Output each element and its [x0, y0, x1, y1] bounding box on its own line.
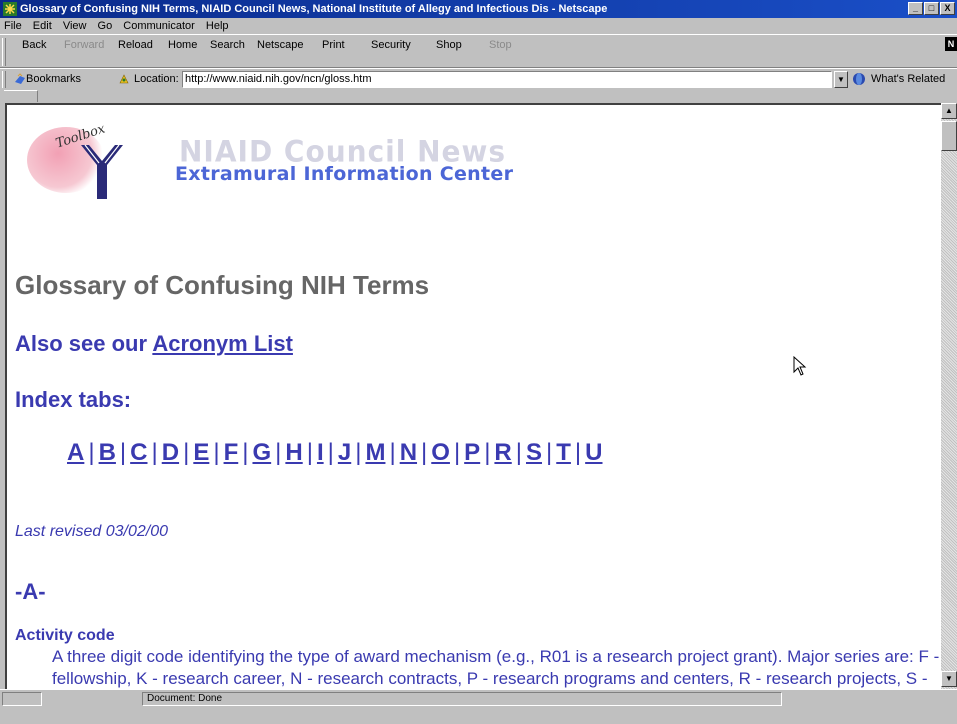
- index-separator: |: [389, 439, 396, 466]
- page-title: Glossary of Confusing NIH Terms: [15, 270, 430, 300]
- index-link-b[interactable]: B: [99, 439, 116, 466]
- index-separator: |: [421, 439, 428, 466]
- index-separator: |: [151, 439, 158, 466]
- index-link-g[interactable]: G: [252, 439, 271, 466]
- index-separator: |: [574, 439, 582, 466]
- menu-help[interactable]: Help: [202, 18, 233, 34]
- menu-bar: File Edit View Go Communicator Help: [0, 18, 957, 34]
- extramural-info-center-text: Extramural Information Center: [175, 163, 514, 185]
- collapsed-toolbar-tab[interactable]: [4, 90, 38, 102]
- index-separator: |: [242, 439, 249, 466]
- index-separator: |: [327, 439, 334, 466]
- index-link-j[interactable]: J: [338, 439, 351, 466]
- url-history-dropdown[interactable]: ▼: [834, 71, 848, 88]
- window-title: Glossary of Confusing NIH Terms, NIAID C…: [20, 3, 608, 15]
- index-separator: |: [119, 439, 127, 466]
- index-separator: |: [275, 439, 282, 466]
- menu-communicator[interactable]: Communicator: [119, 18, 199, 34]
- security-lock-icon[interactable]: [2, 692, 42, 706]
- antibody-y-icon: [81, 144, 123, 199]
- menu-file[interactable]: File: [0, 18, 26, 34]
- search-button[interactable]: Search: [210, 39, 245, 51]
- status-bar: Document: Done: [0, 689, 957, 724]
- stop-button[interactable]: Stop: [489, 39, 512, 51]
- menu-view[interactable]: View: [59, 18, 91, 34]
- section-heading-a: -A-: [15, 579, 46, 604]
- last-revised-date: Last revised 03/02/00: [15, 523, 168, 540]
- location-page-icon: [119, 74, 129, 84]
- index-separator: |: [453, 439, 461, 466]
- index-link-h[interactable]: H: [285, 439, 302, 466]
- close-button[interactable]: X: [940, 2, 955, 15]
- bookmarks-button[interactable]: Bookmarks: [26, 73, 81, 85]
- maximize-button[interactable]: □: [924, 2, 939, 15]
- index-separator: |: [88, 439, 95, 466]
- component-bar[interactable]: [788, 692, 953, 706]
- scroll-down-button[interactable]: ▼: [941, 671, 957, 687]
- location-toolbar: Bookmarks Location: http://www.niaid.nih…: [0, 68, 957, 90]
- navigation-toolbar: Back Forward Reload Home Search Netscape…: [0, 34, 957, 68]
- location-toolbar-grip[interactable]: [2, 71, 6, 88]
- scroll-thumb[interactable]: [941, 121, 957, 151]
- index-separator: |: [546, 439, 553, 466]
- index-link-c[interactable]: C: [130, 439, 147, 466]
- location-url-field[interactable]: http://www.niaid.nih.gov/ncn/gloss.htm: [182, 71, 832, 88]
- netscape-app-icon: [3, 2, 17, 16]
- index-letter-links: A | B | C | D | E | F | G | H | I | J | M | N | O | P | R | S | T | U: [67, 439, 603, 467]
- index-link-o[interactable]: O: [431, 439, 450, 466]
- security-button[interactable]: Security: [371, 39, 411, 51]
- index-link-m[interactable]: M: [365, 439, 385, 466]
- index-separator: |: [306, 439, 313, 466]
- also-see-prefix: Also see our: [15, 331, 153, 356]
- forward-button[interactable]: Forward: [64, 39, 104, 51]
- back-button[interactable]: Back: [22, 39, 46, 51]
- index-link-p[interactable]: P: [464, 439, 480, 466]
- reload-button[interactable]: Reload: [118, 39, 153, 51]
- index-link-i[interactable]: I: [317, 439, 324, 466]
- status-text: Document: Done: [142, 692, 782, 706]
- index-separator: |: [515, 439, 522, 466]
- acronym-list-link[interactable]: Acronym List: [152, 331, 293, 356]
- index-link-a[interactable]: A: [67, 439, 84, 466]
- toolbar-grip[interactable]: [2, 38, 6, 66]
- menu-edit[interactable]: Edit: [29, 18, 56, 34]
- index-separator: |: [183, 439, 190, 466]
- scroll-up-button[interactable]: ▲: [941, 103, 957, 119]
- minimize-button[interactable]: _: [908, 2, 923, 15]
- index-link-u[interactable]: U: [585, 439, 602, 466]
- glossary-term: Activity code: [15, 627, 115, 644]
- index-separator: |: [355, 439, 362, 466]
- index-link-s[interactable]: S: [526, 439, 542, 466]
- index-tabs-label: Index tabs:: [15, 387, 132, 412]
- menu-go[interactable]: Go: [94, 18, 117, 34]
- index-link-r[interactable]: R: [494, 439, 511, 466]
- bookmarks-icon: [15, 73, 25, 84]
- index-link-n[interactable]: N: [400, 439, 417, 466]
- vertical-scrollbar[interactable]: ▲ ▼: [941, 103, 957, 689]
- index-link-t[interactable]: T: [556, 439, 571, 466]
- location-label: Location:: [134, 73, 179, 85]
- toolbar-tab-strip: [0, 90, 957, 103]
- netscape-button[interactable]: Netscape: [257, 39, 303, 51]
- mouse-pointer-icon: [793, 356, 807, 376]
- window-titlebar[interactable]: Glossary of Confusing NIH Terms, NIAID C…: [0, 0, 957, 18]
- print-button[interactable]: Print: [322, 39, 345, 51]
- index-separator: |: [213, 439, 220, 466]
- whats-related-button[interactable]: What's Related: [871, 73, 945, 85]
- also-see-line: Also see our Acronym List: [15, 331, 293, 357]
- index-link-e[interactable]: E: [193, 439, 209, 466]
- index-link-d[interactable]: D: [162, 439, 179, 466]
- shop-button[interactable]: Shop: [436, 39, 462, 51]
- index-link-f[interactable]: F: [224, 439, 239, 466]
- page-content: Toolbox NIAID Council News Extramural In…: [5, 103, 941, 689]
- home-button[interactable]: Home: [168, 39, 197, 51]
- index-separator: |: [484, 439, 491, 466]
- netscape-logo[interactable]: N: [945, 37, 957, 51]
- whats-related-icon: [853, 73, 865, 85]
- glossary-definition: A three digit code identifying the type …: [52, 647, 940, 688]
